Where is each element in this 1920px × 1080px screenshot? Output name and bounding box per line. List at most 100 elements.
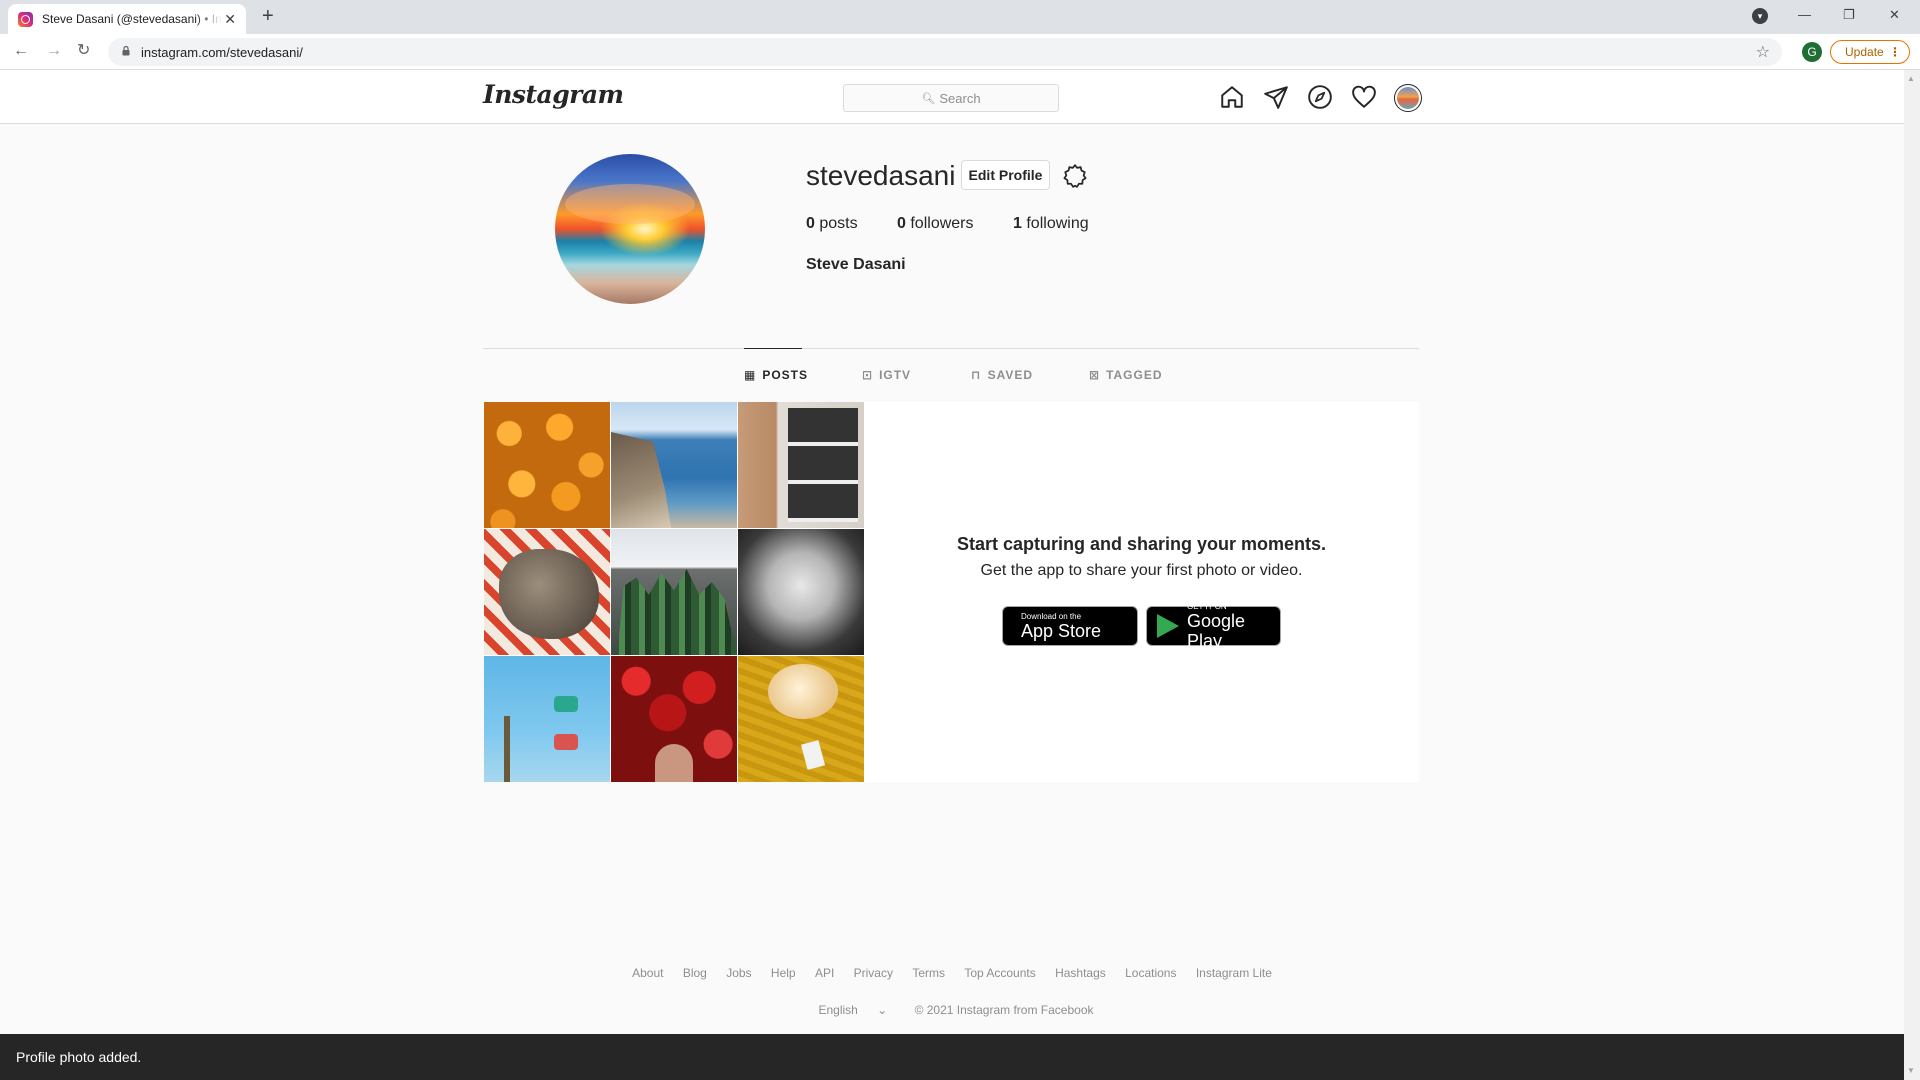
footer-link-privacy[interactable]: Privacy [854, 966, 893, 980]
tabs-divider [483, 348, 1419, 349]
update-button[interactable]: Update ⋮ [1830, 40, 1910, 64]
settings-gear-icon[interactable] [1062, 163, 1088, 189]
profile-photo[interactable] [555, 154, 705, 304]
empty-state-panel: Start capturing and sharing your moments… [864, 402, 1419, 782]
posts-stat: 0 posts [806, 215, 858, 233]
sample-photo-cat [738, 656, 864, 782]
sample-photo-gondola [484, 656, 610, 782]
update-label: Update [1845, 45, 1884, 59]
google-play-button[interactable]: GET IT ON Google Play [1146, 602, 1281, 651]
app-store-button[interactable]: Download on the App Store [1002, 606, 1138, 646]
back-icon[interactable]: ← [13, 42, 29, 60]
profile-avatar-nav[interactable] [1394, 84, 1422, 112]
avatar [1397, 87, 1419, 109]
new-tab-icon[interactable]: + [262, 6, 274, 26]
tab-posts[interactable]: ▦ POSTS [744, 368, 808, 382]
sample-photo-photobooth [738, 402, 864, 528]
tab-igtv-label: IGTV [879, 368, 912, 382]
footer-link-hashtags[interactable]: Hashtags [1055, 966, 1106, 980]
sample-photo-dog [484, 529, 610, 655]
profile-photo-sunset [565, 184, 695, 224]
reload-icon[interactable]: ↻ [77, 42, 90, 60]
footer-bottom: English ⌄ © 2021 Instagram from Facebook [0, 1003, 1904, 1017]
profile-full-name: Steve Dasani [806, 256, 906, 273]
empty-state-title: Start capturing and sharing your moments… [956, 534, 1327, 554]
browser-tabstrip: Steve Dasani (@stevedasani) • Instagram … [0, 0, 1920, 34]
footer-link-top-accounts[interactable]: Top Accounts [964, 966, 1035, 980]
url-text: instagram.com/stevedasani/ [141, 45, 303, 60]
bookmark-star-icon[interactable]: ☆ [1756, 42, 1770, 62]
language-label: English [818, 1003, 858, 1017]
footer-link-about[interactable]: About [632, 966, 663, 980]
igtv-icon: ⊡ [862, 368, 874, 382]
tag-icon: ⊠ [1089, 368, 1101, 382]
scrollbar[interactable] [1904, 70, 1920, 1080]
close-window-icon[interactable]: ✕ [1889, 6, 1900, 24]
grid-icon: ▦ [744, 368, 757, 382]
instagram-logo[interactable]: Instagram [483, 80, 624, 109]
sample-photo-flowers [611, 656, 737, 782]
instagram-favicon-icon [18, 11, 33, 27]
tab-saved[interactable]: ⊓ SAVED [971, 368, 1033, 382]
search-placeholder: Search [939, 90, 981, 106]
search-input[interactable]: 🔍︎ Search [843, 84, 1059, 112]
active-tab-indicator [744, 348, 802, 349]
direct-messages-icon[interactable] [1263, 84, 1289, 110]
tab-title: Steve Dasani (@stevedasani) • Instagram [42, 12, 222, 26]
google-play-small-label: GET IT ON [1187, 601, 1227, 611]
sample-photo-baby [738, 529, 864, 655]
following-stat[interactable]: 1 following [1013, 215, 1089, 233]
tab-search-icon[interactable]: ▾ [1752, 8, 1768, 24]
sample-photo-grid [484, 402, 864, 782]
explore-compass-icon[interactable] [1307, 84, 1333, 110]
footer-link-instagram-lite[interactable]: Instagram Lite [1196, 966, 1272, 980]
browser-tab[interactable]: Steve Dasani (@stevedasani) • Instagram … [8, 4, 246, 34]
toast-notification: Profile photo added. [0, 1034, 1904, 1080]
following-count: 1 [1013, 215, 1022, 232]
footer-link-blog[interactable]: Blog [683, 966, 707, 980]
browser-toolbar: ← → ↻ instagram.com/stevedasani/ ☆ G Upd… [0, 34, 1920, 70]
bookmark-icon: ⊓ [971, 368, 982, 382]
home-icon[interactable] [1219, 84, 1245, 110]
address-bar[interactable]: instagram.com/stevedasani/ ☆ [108, 38, 1782, 66]
following-label: following [1026, 215, 1089, 232]
edit-profile-button[interactable]: Edit Profile [961, 160, 1050, 190]
copyright: © 2021 Instagram from Facebook [914, 1003, 1094, 1017]
profile-username: stevedasani [806, 160, 956, 191]
restore-icon[interactable]: ❐ [1843, 6, 1855, 24]
tab-posts-label: POSTS [762, 368, 809, 382]
posts-label: posts [819, 215, 858, 232]
tab-tagged[interactable]: ⊠ TAGGED [1089, 368, 1163, 382]
chevron-down-icon: ⌄ [877, 1003, 888, 1017]
minimize-icon[interactable]: — [1798, 6, 1811, 24]
tab-igtv[interactable]: ⊡ IGTV [862, 368, 911, 382]
kebab-menu-icon: ⋮ [1889, 45, 1901, 59]
followers-label: followers [910, 215, 974, 232]
forward-icon[interactable]: → [46, 42, 62, 60]
footer-links: About Blog Jobs Help API Privacy Terms T… [0, 966, 1904, 980]
lock-icon [122, 46, 130, 56]
sample-photo-oranges [484, 402, 610, 528]
followers-count: 0 [897, 215, 906, 232]
footer-link-help[interactable]: Help [771, 966, 796, 980]
footer-link-api[interactable]: API [815, 966, 834, 980]
sample-photo-coast [611, 402, 737, 528]
app-store-big-label: App Store [1021, 620, 1102, 641]
close-tab-icon[interactable]: ✕ [224, 11, 236, 27]
language-select[interactable]: English ⌄ [810, 1003, 895, 1017]
activity-heart-icon[interactable] [1351, 84, 1377, 110]
posts-count: 0 [806, 215, 815, 232]
sample-photo-cactus [611, 529, 737, 655]
tab-tagged-label: TAGGED [1106, 368, 1163, 382]
google-play-big-label: Google Play [1187, 610, 1246, 651]
footer-link-locations[interactable]: Locations [1125, 966, 1176, 980]
followers-stat[interactable]: 0 followers [897, 215, 974, 233]
footer-link-jobs[interactable]: Jobs [726, 966, 751, 980]
search-icon: 🔍︎ [921, 92, 936, 105]
scroll-up-icon[interactable]: ▲ [1907, 74, 1915, 83]
google-play-icon [1157, 614, 1179, 638]
scroll-down-icon[interactable]: ▼ [1907, 1066, 1915, 1075]
footer-link-terms[interactable]: Terms [912, 966, 945, 980]
instagram-header: Instagram 🔍︎ Search [0, 70, 1904, 124]
browser-account-avatar[interactable]: G [1802, 42, 1822, 62]
